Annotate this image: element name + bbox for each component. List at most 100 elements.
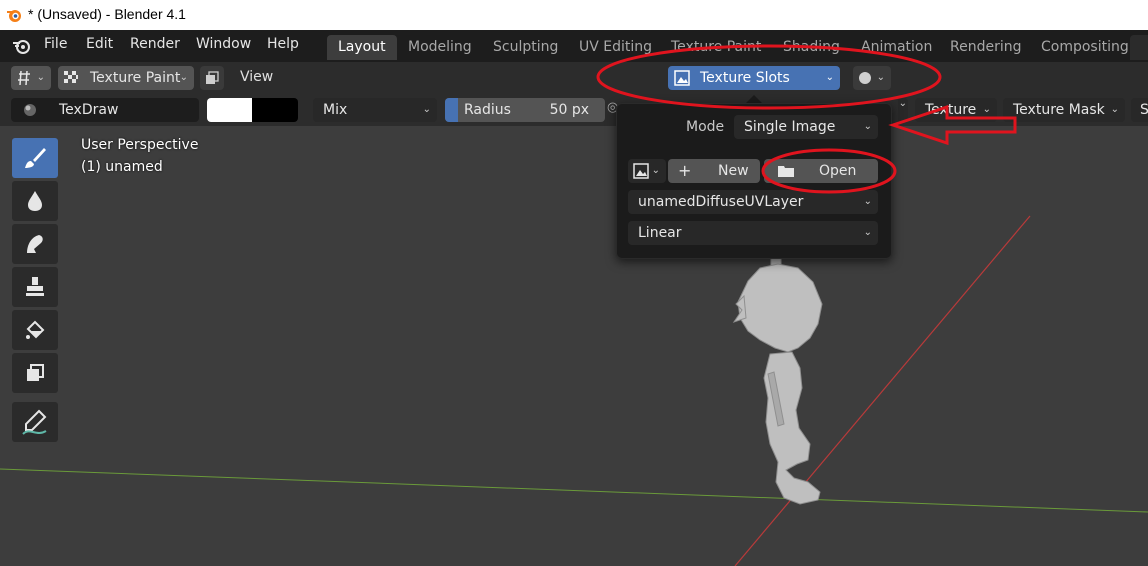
open-image-label: Open [819,163,857,179]
texture-mask-label: Texture Mask [1013,102,1105,118]
falloff-dropdown[interactable]: ⌄ [898,98,908,122]
character-model [732,253,823,505]
image-icon [633,163,649,179]
chevron-down-icon: ⌄ [863,227,872,238]
texture-mask-dropdown[interactable]: Texture Mask ⌄ [1003,98,1125,122]
viewport-scene [0,215,1148,566]
tab-rendering[interactable]: Rendering [939,35,1033,60]
primary-color-swatch[interactable] [207,98,252,122]
viewport-header: ⌄ Texture Paint ⌄ View Texture Slots ⌄ ⌄ [0,62,1148,94]
tab-overflow[interactable] [1130,35,1148,60]
menu-window[interactable]: Window [196,36,251,52]
image-icon [674,70,690,86]
stroke-label: S [1140,102,1148,118]
radius-fill [445,98,458,122]
texture-slots-popup: Mode Single Image ⌄ ⌄ + New Open unamedD… [616,103,892,259]
chevron-down-icon: ⌄ [651,165,660,176]
texture-dropdown[interactable]: Texture ⌄ [915,98,997,122]
tool-mask[interactable] [12,353,58,393]
layers-icon [206,71,219,84]
window-titlebar: * (Unsaved) - Blender 4.1 [0,0,1148,30]
editor-type-button[interactable]: ⌄ [11,66,51,90]
radius-value: 50 px [549,102,589,118]
radius-label: Radius [464,102,511,118]
menu-render[interactable]: Render [130,36,180,52]
chevron-down-icon: ⌄ [1110,104,1119,115]
blend-mode-value: Mix [323,102,348,118]
folder-icon [778,166,794,177]
perspective-label: User Perspective [81,137,199,153]
new-image-label: New [718,163,749,179]
chevron-down-icon: ⌄ [825,72,834,83]
interpolation-value: Linear [638,225,682,241]
tool-smear[interactable] [12,224,58,264]
chevron-down-icon: ⌄ [422,104,431,115]
top-menubar: File Edit Render Window Help Layout Mode… [0,30,1148,62]
texture-label: Texture [925,102,977,118]
tab-layout[interactable]: Layout [327,35,397,60]
mode-field-label: Mode [686,119,725,135]
menu-edit[interactable]: Edit [86,36,113,52]
brush-name: TexDraw [59,102,119,118]
secondary-color-swatch[interactable] [252,98,298,122]
open-image-button[interactable]: Open [764,159,878,183]
object-label: (1) unamed [81,159,163,175]
texture-slots-label: Texture Slots [700,70,790,86]
tab-texture-paint[interactable]: Texture Paint [660,35,772,60]
sphere-icon [859,72,871,84]
chevron-down-icon: ⌄ [982,104,991,115]
menu-help[interactable]: Help [267,36,299,52]
chevron-down-icon: ⌄ [179,72,188,83]
tab-uv-editing[interactable]: UV Editing [568,35,663,60]
y-axis-line [0,468,1148,513]
plus-icon: + [678,161,692,180]
tab-sculpting[interactable]: Sculpting [482,35,569,60]
tool-soften[interactable] [12,181,58,221]
mode-label: Texture Paint [90,70,181,86]
tool-draw[interactable] [12,138,58,178]
tool-annotate[interactable] [12,402,58,442]
bucket-icon [26,320,45,339]
menu-file[interactable]: File [44,36,67,52]
chevron-down-icon: ⌄ [863,121,872,132]
drop-icon [28,191,42,211]
brush-preview-icon [24,104,36,116]
radius-slider[interactable]: Radius 50 px [445,98,605,122]
slot-mode-value: Single Image [744,119,836,135]
editor-type-icon [18,70,30,86]
tab-shading[interactable]: Shading [772,35,851,60]
mask-icon [27,364,44,381]
chevron-down-icon: ⌄ [36,72,45,83]
blender-menu-icon[interactable] [11,38,31,54]
view-menu[interactable]: View [240,69,273,85]
slot-mode-select[interactable]: Single Image ⌄ [734,115,878,139]
chevron-down-icon: ⌄ [876,72,885,83]
image-browse-button[interactable]: ⌄ [628,159,666,183]
brush-selector[interactable]: TexDraw [11,98,199,122]
3d-viewport[interactable]: User Perspective (1) unamed [0,126,1148,566]
tab-modeling[interactable]: Modeling [397,35,483,60]
chevron-down-icon: ⌄ [898,98,907,109]
tool-settings-bar: TexDraw Mix ⌄ Radius 50 px ◎ ⌄ Texture ⌄… [0,94,1148,126]
texture-slots-button[interactable]: Texture Slots ⌄ [668,66,840,90]
mask-toggle-button[interactable] [200,66,224,90]
brush-icon [25,148,46,168]
interpolation-select[interactable]: Linear ⌄ [628,221,878,245]
new-image-button[interactable]: + New [668,159,760,183]
tool-fill[interactable] [12,310,58,350]
uv-layer-select[interactable]: unamedDiffuseUVLayer ⌄ [628,190,878,214]
window-title: * (Unsaved) - Blender 4.1 [28,6,186,22]
blender-logo-icon [7,10,21,22]
stroke-dropdown[interactable]: S [1131,98,1148,122]
chevron-down-icon: ⌄ [863,196,872,207]
shading-dropdown[interactable]: ⌄ [853,66,891,90]
uv-layer-value: unamedDiffuseUVLayer [638,194,804,210]
stamp-icon [26,277,44,296]
mode-select[interactable]: Texture Paint ⌄ [58,66,194,90]
checker-icon [64,71,78,83]
annotate-icon [22,409,47,435]
tool-clone[interactable] [12,267,58,307]
tab-animation[interactable]: Animation [850,35,943,60]
blend-mode-select[interactable]: Mix ⌄ [313,98,437,122]
tab-compositing[interactable]: Compositing [1030,35,1140,60]
